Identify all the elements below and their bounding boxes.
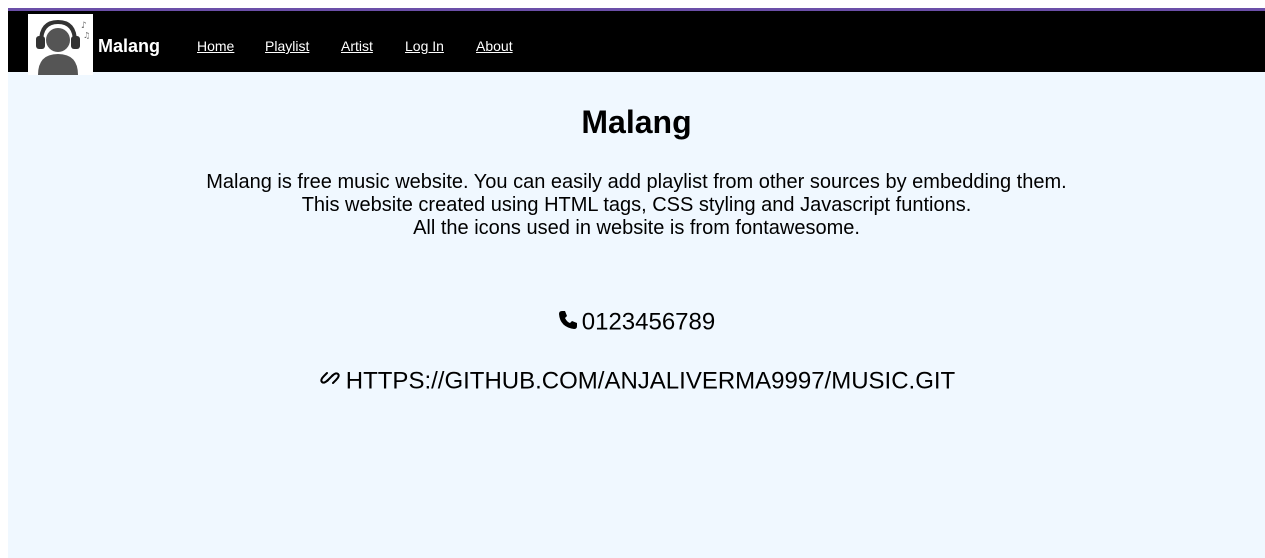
site-logo[interactable]: ♪ ♫ xyxy=(28,14,93,75)
page-title: Malang xyxy=(581,104,692,140)
site-description: Malang is free music website. You can ea… xyxy=(8,171,1265,240)
navbar: ♪ ♫ Malang Home Playlist Artist Log In A… xyxy=(8,8,1265,75)
phone-number: 0123456789 xyxy=(581,308,716,336)
description-line: All the icons used in website is from fo… xyxy=(413,217,860,239)
phone-contact: 0123456789 xyxy=(8,308,1265,337)
repository-url[interactable]: HTTPS://GITHUB.COM/ANJALIVERMA9997/MUSIC… xyxy=(346,368,955,395)
nav-home-link[interactable]: Home xyxy=(197,37,234,57)
nav-about-link[interactable]: About xyxy=(476,37,513,57)
phone-icon xyxy=(558,309,578,337)
description-line: Malang is free music website. You can ea… xyxy=(206,171,1067,193)
repository-link[interactable]: HTTPS://GITHUB.COM/ANJALIVERMA9997/MUSIC… xyxy=(8,366,1265,397)
svg-text:♪: ♪ xyxy=(81,21,87,31)
nav-playlist-link[interactable]: Playlist xyxy=(265,37,309,57)
headphones-avatar-icon: ♪ ♫ xyxy=(36,19,90,75)
nav-login-link[interactable]: Log In xyxy=(405,37,444,57)
link-icon xyxy=(318,366,342,397)
svg-text:♫: ♫ xyxy=(83,31,90,40)
page-background: ♪ ♫ Malang Home Playlist Artist Log In A… xyxy=(8,8,1265,558)
brand-name[interactable]: Malang xyxy=(98,35,160,57)
nav-artist-link[interactable]: Artist xyxy=(341,37,373,57)
description-line: This website created using HTML tags, CS… xyxy=(301,194,972,216)
